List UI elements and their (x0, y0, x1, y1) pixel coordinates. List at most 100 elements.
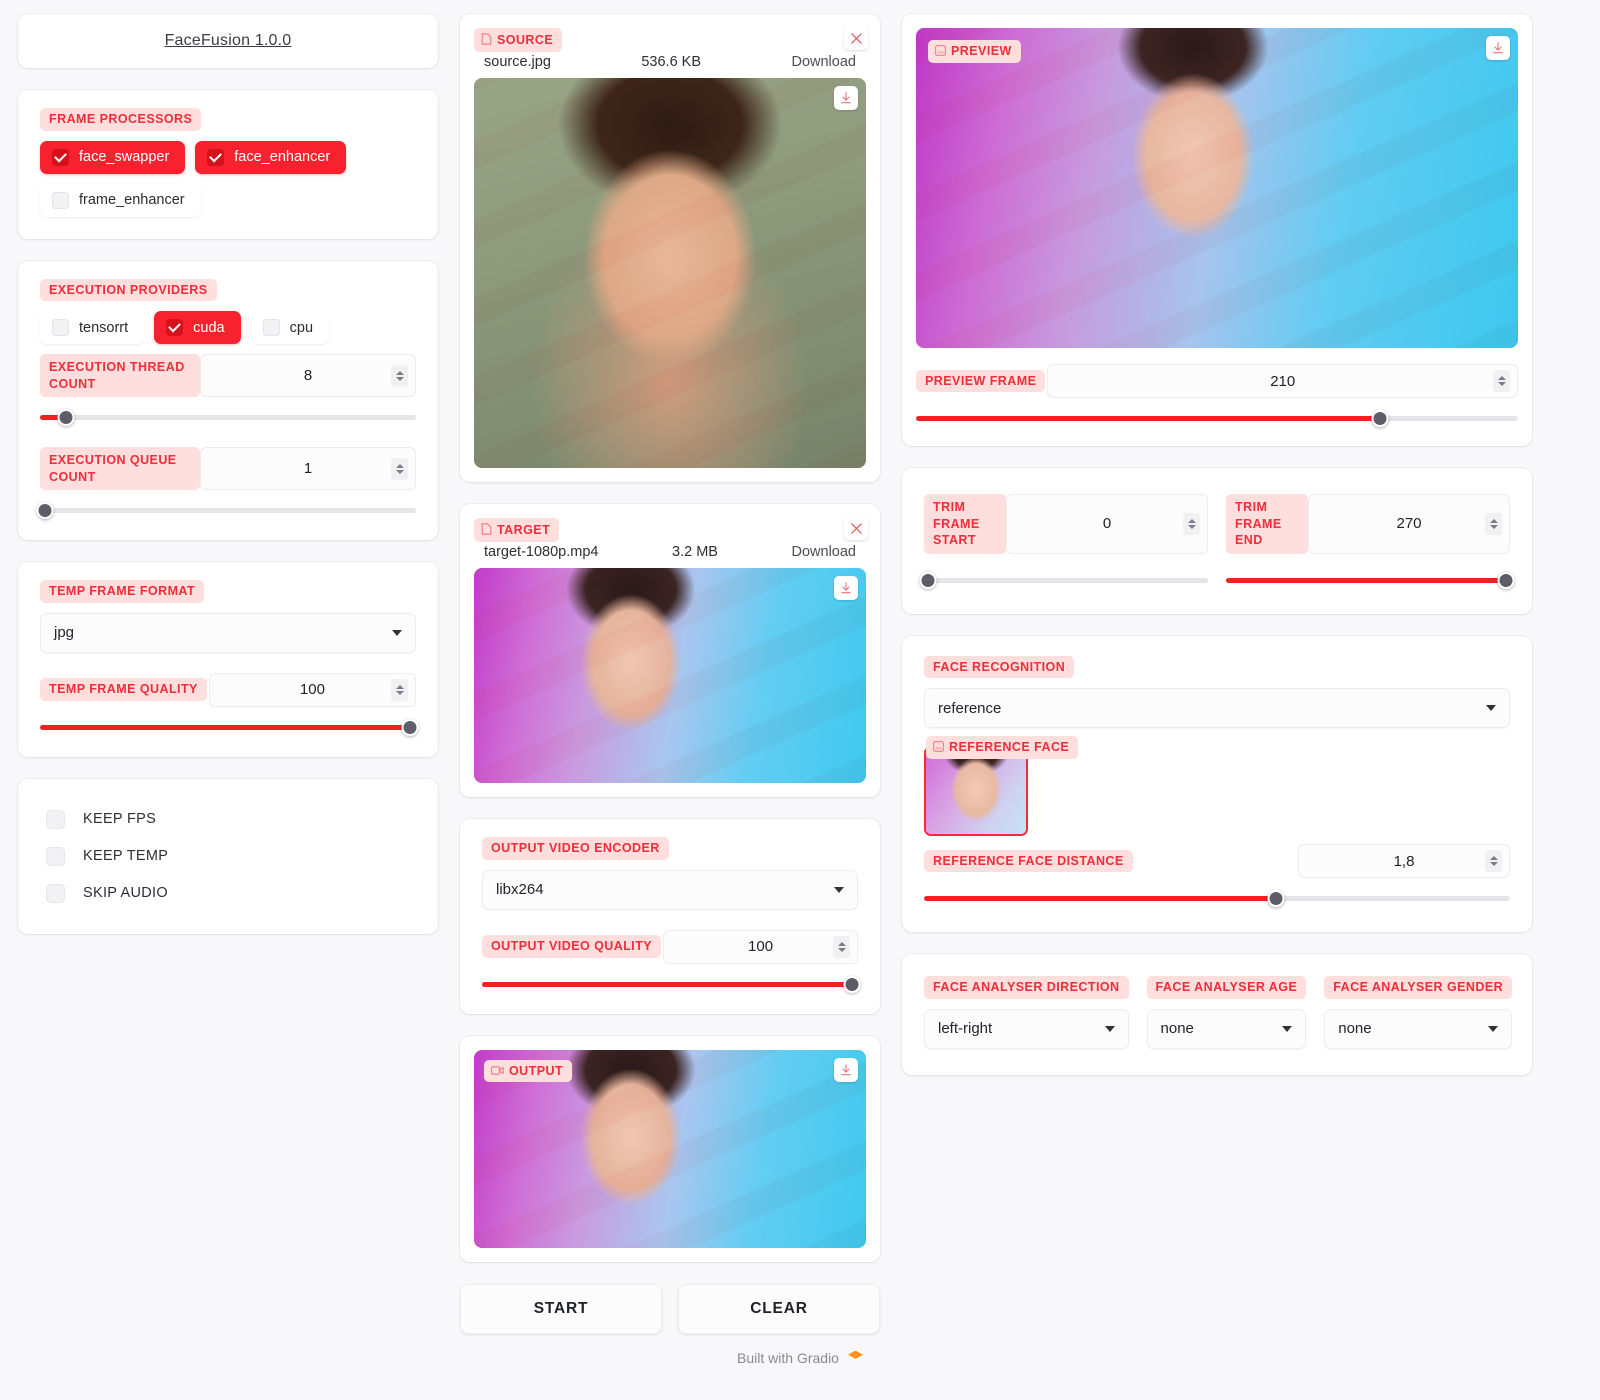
toggle-skip-audio[interactable]: SKIP AUDIO (40, 875, 416, 912)
reference-face-badge-text: REFERENCE FACE (949, 740, 1070, 754)
output-panel: OUTPUT (460, 1035, 880, 1262)
trim-frame-end-input[interactable]: 270 (1308, 494, 1510, 554)
preview-badge-text: PREVIEW (951, 44, 1012, 58)
target-download-link[interactable]: Download (792, 544, 857, 560)
frame-processors-panel: FRAME PROCESSORS face_swapper face_enhan… (18, 90, 438, 239)
action-buttons: START CLEAR (460, 1283, 880, 1334)
reference-face-distance-input[interactable]: 1,8 (1298, 844, 1510, 878)
reference-face-thumbnail[interactable] (926, 748, 1026, 834)
execution-queue-count-slider[interactable] (36, 502, 416, 519)
temp-frame-format-select[interactable]: jpg (40, 612, 416, 653)
output-video[interactable]: OUTPUT (474, 1049, 866, 1248)
slider-track (924, 577, 1208, 583)
trim-frame-end-row: TRIM FRAME END 270 (1226, 494, 1510, 554)
output-video-quality-row: OUTPUT VIDEO QUALITY 100 (482, 929, 858, 964)
trim-frame-end-slider[interactable] (1226, 571, 1515, 589)
face-recognition-label: FACE RECOGNITION (924, 655, 1075, 678)
frame-processors-options-row2: frame_enhancer (40, 183, 416, 217)
output-download-button[interactable] (834, 1057, 858, 1082)
slider-fill (916, 416, 1380, 421)
checkbox-label: cuda (193, 319, 225, 336)
stepper-icon[interactable] (391, 364, 408, 387)
target-video-download-button[interactable] (834, 576, 858, 600)
preview-frame-slider[interactable] (916, 410, 1518, 427)
output-video-quality-input[interactable]: 100 (663, 929, 858, 964)
slider-fill (1226, 577, 1510, 583)
toggle-keep-temp[interactable]: KEEP TEMP (40, 838, 416, 875)
checkbox-face-swapper[interactable]: face_swapper (40, 140, 186, 174)
face-analyser-gender-select[interactable]: none (1324, 1008, 1513, 1049)
empty-checkbox-icon (46, 809, 65, 829)
stepper-icon[interactable] (833, 935, 850, 958)
execution-queue-count-input[interactable]: 1 (200, 447, 416, 490)
start-button[interactable]: START (460, 1283, 662, 1334)
slider-knob[interactable] (57, 409, 75, 426)
slider-knob[interactable] (1371, 410, 1389, 427)
preview-image[interactable]: PREVIEW (916, 28, 1518, 348)
checkbox-label: frame_enhancer (79, 192, 185, 208)
video-icon (491, 1065, 504, 1075)
checkbox-label: tensorrt (79, 319, 129, 336)
face-analyser-age-select[interactable]: none (1146, 1008, 1307, 1049)
preview-image-content (916, 28, 1518, 348)
target-video[interactable] (474, 568, 866, 783)
preview-frame-input[interactable]: 210 (1047, 364, 1518, 398)
toggle-label: SKIP AUDIO (83, 885, 168, 901)
target-panel: TARGET target-1080p.mp4 3.2 MB Download (460, 504, 880, 797)
check-icon (207, 148, 225, 166)
output-video-encoder-select[interactable]: libx264 (482, 869, 858, 910)
face-analyser-direction-select[interactable]: left-right (924, 1008, 1129, 1049)
slider-knob[interactable] (36, 502, 53, 519)
checkbox-face-enhancer[interactable]: face_enhancer (195, 140, 347, 174)
checkbox-cpu[interactable]: cpu (250, 311, 330, 344)
frame-processors-label: FRAME PROCESSORS (40, 108, 202, 131)
stepper-icon[interactable] (391, 678, 408, 701)
source-image[interactable] (474, 78, 866, 468)
execution-thread-count-value: 8 (303, 367, 313, 384)
close-icon (850, 522, 862, 534)
reference-face-distance-slider[interactable] (924, 890, 1510, 907)
face-recognition-select[interactable]: reference (924, 688, 1510, 728)
source-download-link[interactable]: Download (791, 54, 856, 70)
stepper-icon[interactable] (1493, 370, 1510, 392)
download-icon (841, 1063, 851, 1075)
target-clear-button[interactable] (844, 516, 868, 540)
trim-frame-start-slider[interactable] (919, 571, 1208, 589)
trim-frame-start-row: TRIM FRAME START 0 (924, 494, 1208, 554)
trim-frame-start-input[interactable]: 0 (1006, 494, 1208, 554)
footer-text: Built with Gradio (737, 1350, 839, 1366)
stepper-icon[interactable] (1485, 512, 1502, 535)
execution-thread-count-slider[interactable] (40, 409, 416, 426)
output-video-quality-slider[interactable] (482, 975, 861, 993)
face-analyser-direction-label: FACE ANALYSER DIRECTION (924, 976, 1129, 999)
checkbox-frame-enhancer[interactable]: frame_enhancer (40, 183, 201, 217)
slider-knob[interactable] (919, 571, 937, 589)
source-image-download-button[interactable] (834, 86, 858, 110)
stepper-icon[interactable] (391, 457, 408, 480)
clear-button[interactable]: CLEAR (678, 1283, 880, 1334)
file-icon (481, 33, 492, 45)
check-icon (52, 148, 69, 166)
slider-knob[interactable] (1497, 571, 1515, 589)
output-badge: OUTPUT (484, 1059, 573, 1082)
preview-download-button[interactable] (1486, 36, 1510, 60)
checkbox-cuda[interactable]: cuda (154, 311, 241, 344)
toggle-keep-fps[interactable]: KEEP FPS (40, 801, 416, 838)
slider-knob[interactable] (401, 718, 419, 736)
slider-fill (482, 981, 858, 987)
checkbox-tensorrt[interactable]: tensorrt (40, 311, 145, 344)
target-badge: TARGET (474, 518, 560, 542)
temp-frame-quality-input[interactable]: 100 (208, 672, 416, 707)
download-icon (841, 582, 851, 594)
image-icon (933, 741, 944, 752)
execution-thread-count-input[interactable]: 8 (200, 354, 416, 397)
slider-knob[interactable] (1267, 890, 1285, 907)
temp-frame-quality-label: TEMP FRAME QUALITY (40, 678, 207, 701)
slider-knob[interactable] (843, 975, 861, 993)
temp-frame-quality-slider[interactable] (40, 718, 419, 736)
stepper-icon[interactable] (1485, 850, 1502, 872)
source-clear-button[interactable] (844, 26, 868, 50)
stepper-icon[interactable] (1183, 512, 1200, 535)
execution-queue-count-row: EXECUTION QUEUE COUNT 1 (40, 447, 416, 490)
target-badge-text: TARGET (497, 523, 551, 537)
